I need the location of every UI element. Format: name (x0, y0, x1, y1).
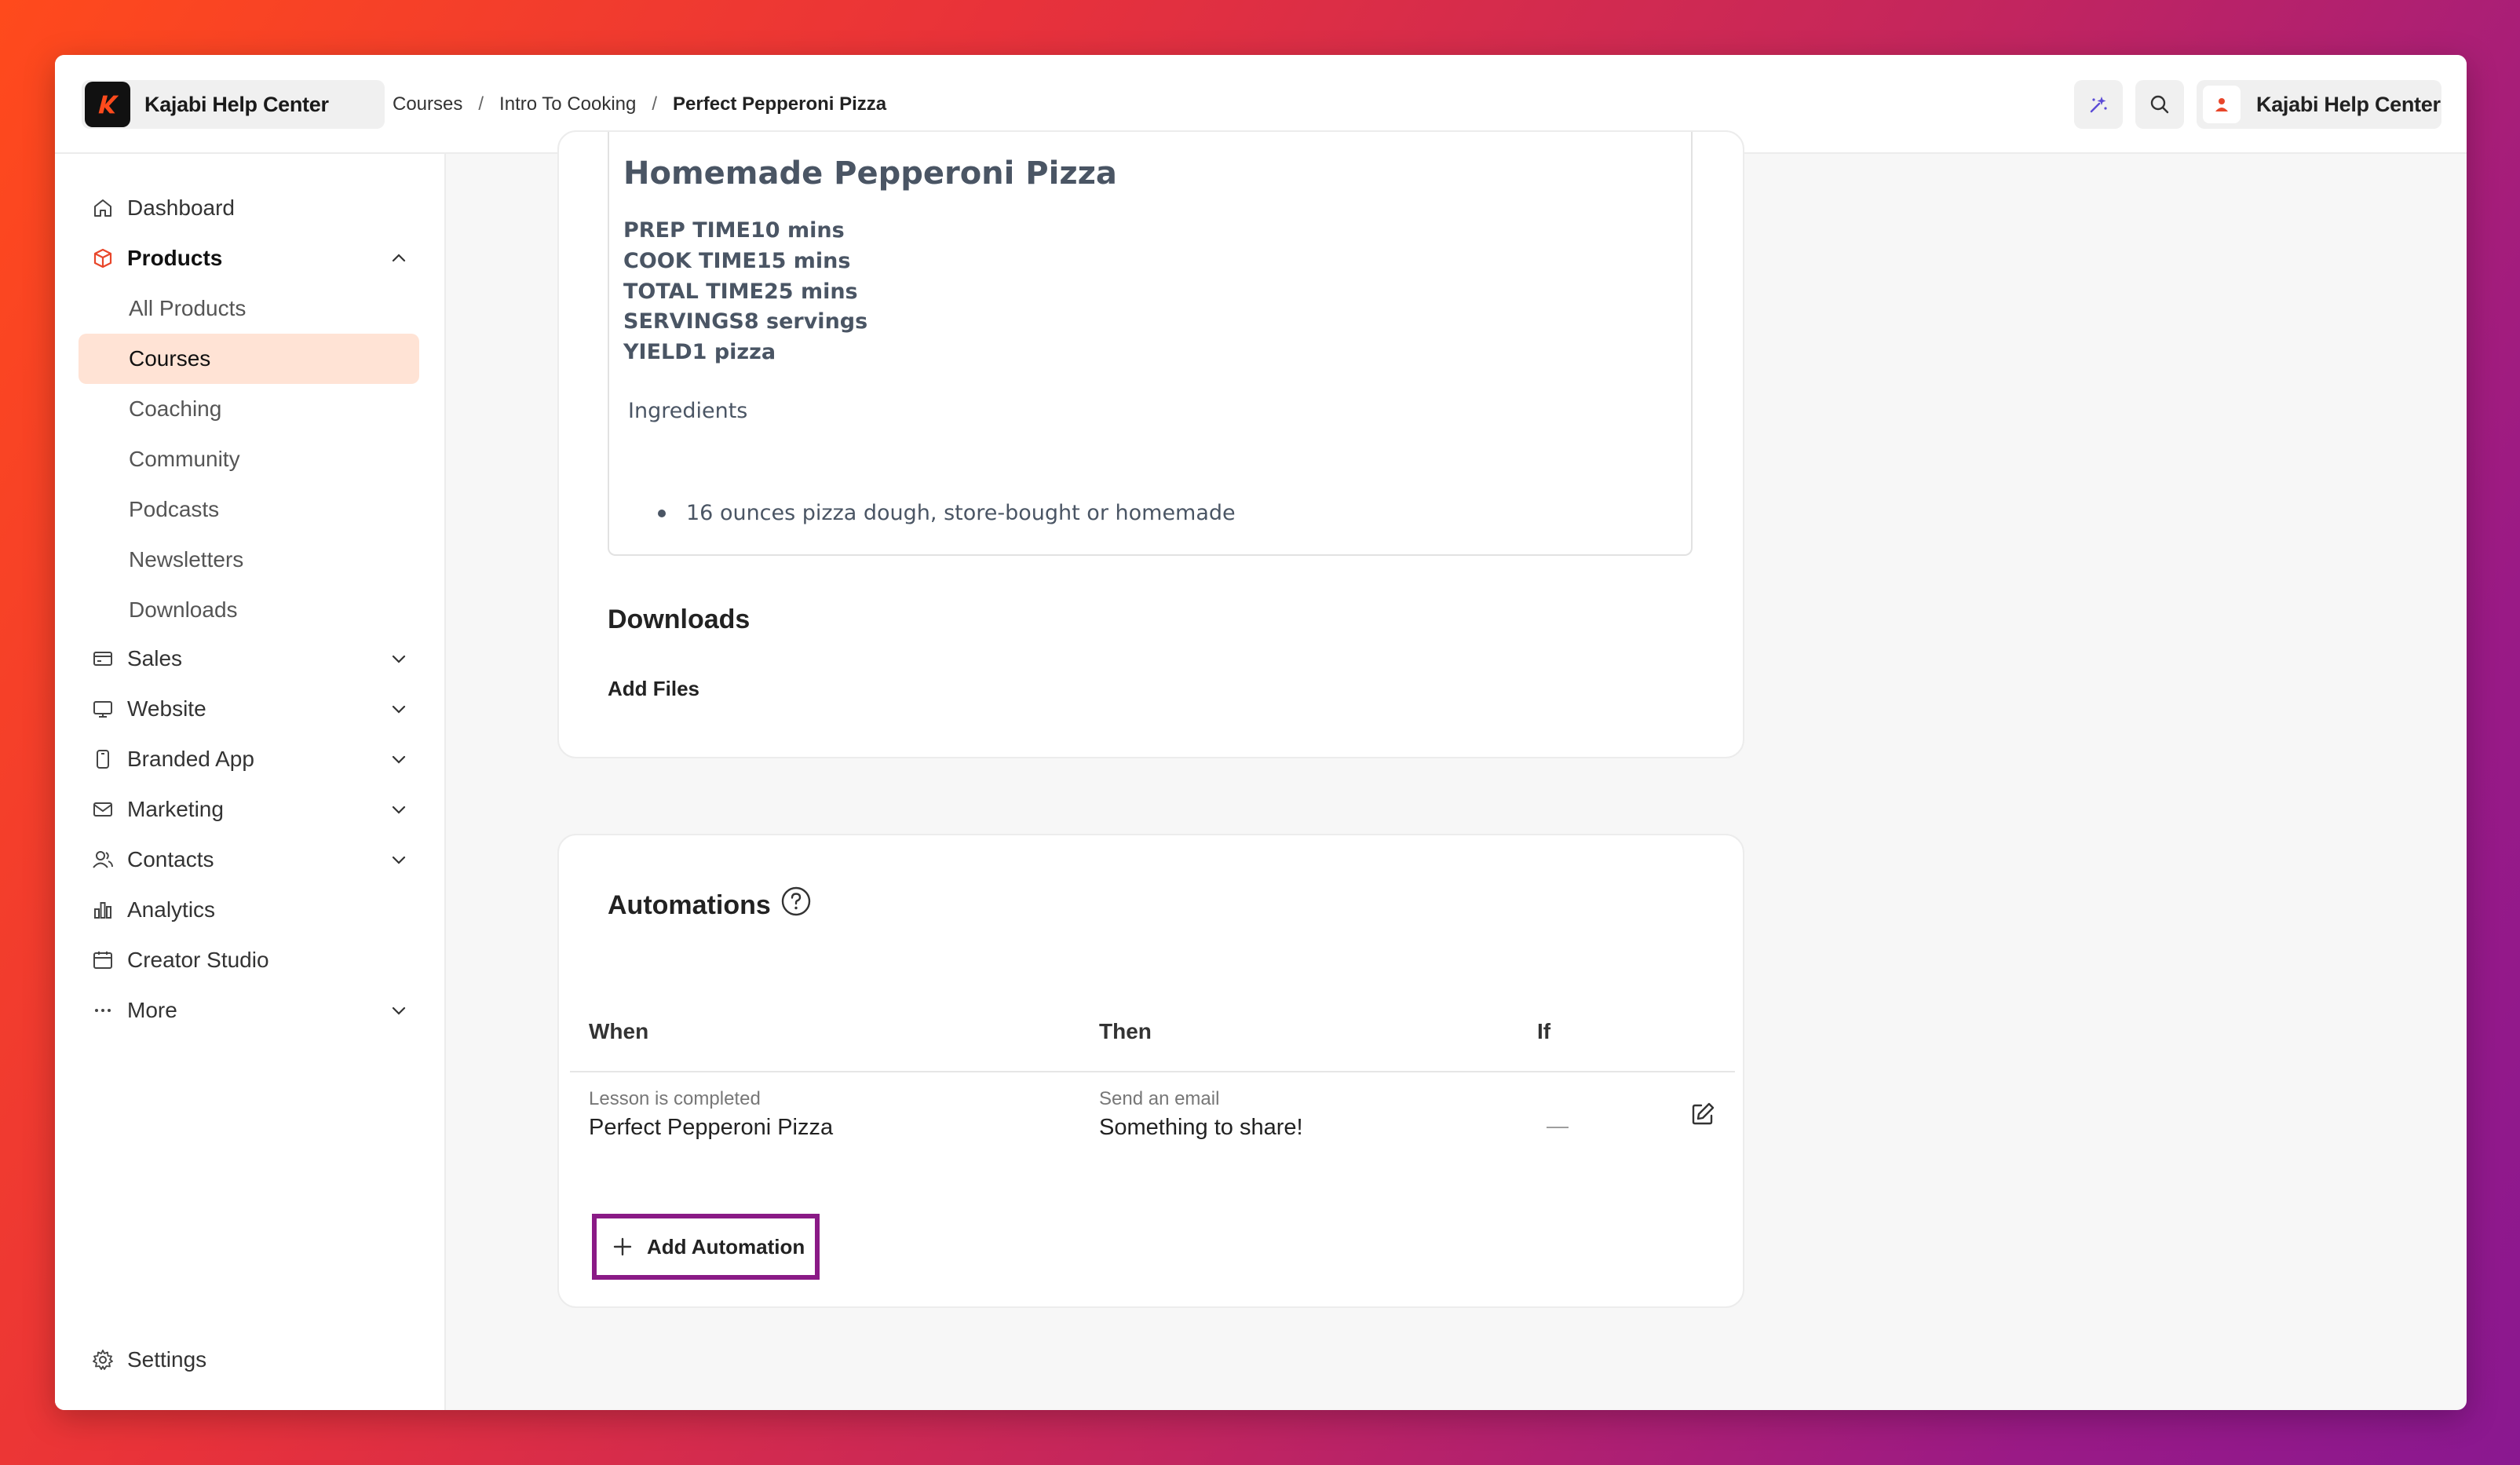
sidebar-item-settings[interactable]: Settings (79, 1335, 419, 1385)
recipe-title: Homemade Pepperoni Pizza (623, 155, 1117, 192)
magic-wand-icon (2090, 97, 2107, 113)
recipe-meta-cook: COOK TIME15 mins (623, 249, 851, 273)
edit-icon[interactable] (1689, 1101, 1716, 1127)
account-name: Kajabi Help Center (2256, 92, 2441, 116)
sidebar-item-community[interactable]: Community (79, 434, 419, 484)
sidebar-item-coaching[interactable]: Coaching (79, 384, 419, 434)
then-action-target: Something to share! (1099, 1115, 1303, 1140)
sidebar-item-courses[interactable]: Courses (79, 334, 419, 384)
chevron-down-icon (392, 655, 406, 663)
help-icon[interactable] (780, 886, 812, 917)
main-content: Homemade Pepperoni Pizza PREP TIME10 min… (447, 130, 2467, 1410)
app-window: Kajabi Help Center Courses / Intro To Co… (55, 55, 2467, 1410)
avatar (2203, 86, 2241, 123)
sidebar-item-marketing[interactable]: Marketing (79, 784, 419, 835)
ellipsis-icon (89, 997, 116, 1024)
chevron-down-icon (392, 1007, 406, 1015)
ingredients-heading: Ingredients (628, 399, 748, 423)
list-item: 16 ounces pizza dough, store-bought or h… (658, 501, 1236, 525)
sidebar-item-branded-app[interactable]: Branded App (79, 734, 419, 784)
sidebar-item-contacts[interactable]: Contacts (79, 835, 419, 885)
ai-assistant-button[interactable] (2074, 80, 2123, 129)
table-divider (570, 1071, 1735, 1072)
brand-switcher[interactable]: Kajabi Help Center (82, 80, 385, 129)
sidebar-item-podcasts[interactable]: Podcasts (79, 484, 419, 535)
automations-card: Automations When Then If Lesson is compl… (557, 834, 1744, 1308)
column-header-when: When (589, 1019, 649, 1043)
calendar-icon (89, 947, 116, 974)
sidebar-item-products[interactable]: Products (79, 233, 419, 283)
recipe-meta-yield: YIELD1 pizza (623, 340, 776, 364)
recipe-meta-total: TOTAL TIME25 mins (623, 279, 858, 304)
sidebar: Dashboard Products All Products Courses … (55, 154, 446, 1410)
sidebar-item-dashboard[interactable]: Dashboard (79, 183, 419, 233)
chevron-up-icon (392, 254, 406, 262)
recipe-meta-prep: PREP TIME10 mins (623, 218, 845, 243)
plus-icon (613, 1237, 632, 1256)
sidebar-item-analytics[interactable]: Analytics (79, 885, 419, 935)
column-header-then: Then (1099, 1019, 1152, 1043)
search-button[interactable] (2135, 80, 2184, 129)
column-header-if: If (1537, 1019, 1551, 1043)
when-trigger-target: Perfect Pepperoni Pizza (589, 1115, 834, 1140)
chevron-down-icon (392, 705, 406, 714)
sidebar-item-creator-studio[interactable]: Creator Studio (79, 935, 419, 985)
chevron-down-icon (392, 856, 406, 864)
breadcrumb-courses[interactable]: Courses (393, 93, 462, 115)
sidebar-item-sales[interactable]: Sales (79, 634, 419, 684)
sidebar-item-downloads[interactable]: Downloads (79, 585, 419, 635)
chevron-down-icon (392, 755, 406, 764)
breadcrumb-intro-to-cooking[interactable]: Intro To Cooking (499, 93, 636, 115)
downloads-title: Downloads (608, 605, 751, 634)
when-trigger-type: Lesson is completed (589, 1088, 761, 1109)
users-icon (89, 846, 116, 873)
credit-card-icon (89, 645, 116, 672)
automations-title: Automations (608, 890, 771, 920)
lesson-content-card: Homemade Pepperoni Pizza PREP TIME10 min… (557, 130, 1744, 758)
monitor-icon (89, 696, 116, 722)
sidebar-item-newsletters[interactable]: Newsletters (79, 535, 419, 585)
account-menu[interactable]: Kajabi Help Center (2197, 80, 2441, 129)
breadcrumb-current: Perfect Pepperoni Pizza (673, 93, 887, 115)
lesson-body-preview[interactable]: Homemade Pepperoni Pizza PREP TIME10 min… (608, 132, 1693, 556)
user-icon (2215, 98, 2228, 111)
recipe-meta-servings: SERVINGS8 servings (623, 309, 868, 334)
gear-icon (89, 1346, 116, 1373)
box-icon (89, 245, 116, 272)
phone-icon (89, 746, 116, 773)
home-icon (89, 195, 116, 221)
then-action-type: Send an email (1099, 1088, 1220, 1109)
sidebar-item-website[interactable]: Website (79, 684, 419, 734)
if-condition: — (1547, 1113, 1569, 1138)
add-files-button[interactable]: Add Files (608, 677, 699, 701)
search-icon (2150, 95, 2169, 114)
kajabi-logo-icon (85, 82, 130, 127)
bar-chart-icon (89, 897, 116, 923)
mail-icon (89, 796, 116, 823)
add-automation-button[interactable]: Add Automation (592, 1214, 820, 1280)
sidebar-item-more[interactable]: More (79, 985, 419, 1036)
sidebar-item-all-products[interactable]: All Products (79, 283, 419, 334)
brand-name: Kajabi Help Center (144, 92, 329, 116)
chevron-down-icon (392, 806, 406, 814)
